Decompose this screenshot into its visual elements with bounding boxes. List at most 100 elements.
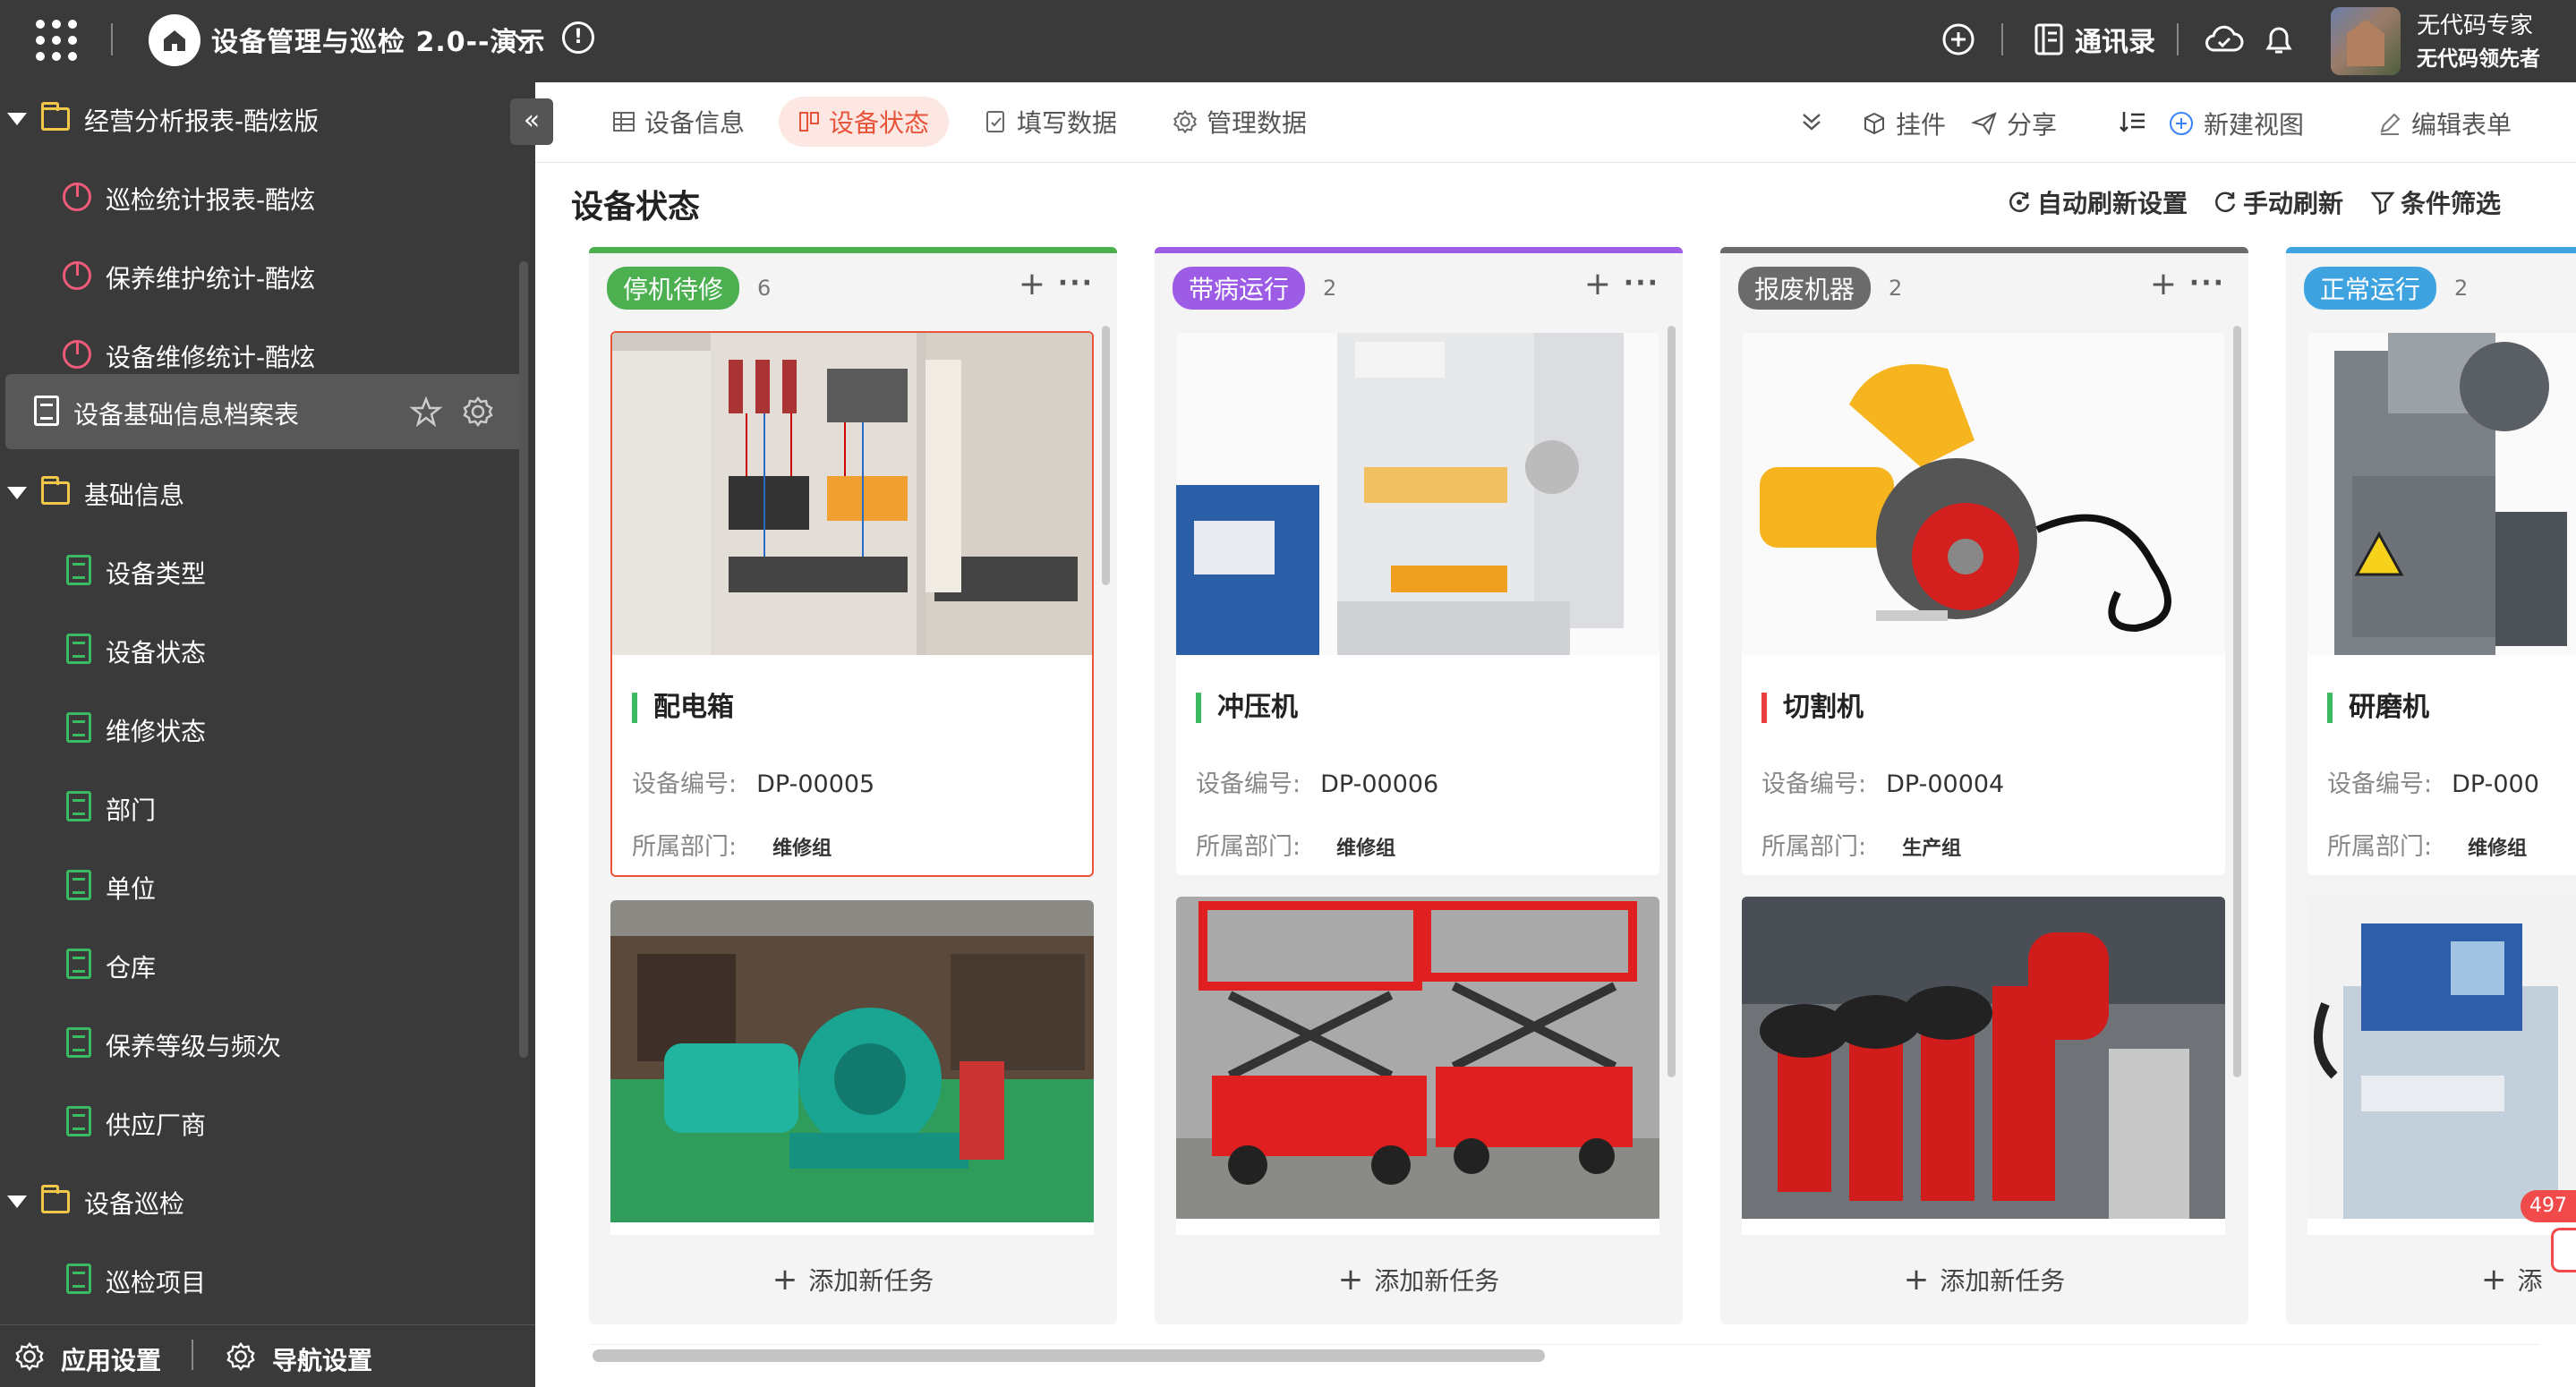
home-icon[interactable]	[149, 14, 200, 66]
tab-manage-data[interactable]: 管理数据	[1153, 97, 1326, 147]
more-options-icon[interactable]: ···	[1624, 270, 1659, 297]
app-settings-button[interactable]: 应用设置	[61, 1341, 161, 1377]
cloud-check-icon[interactable]	[2204, 21, 2245, 57]
add-card-icon[interactable]: +	[1019, 268, 1045, 301]
sidebar-item-label: 设备状态	[106, 638, 207, 668]
folder-icon	[41, 102, 70, 131]
card-code-row: 设备编号: DP-000	[2327, 764, 2539, 799]
manual-refresh-button[interactable]: 手动刷新	[2213, 184, 2343, 220]
sidebar-item-equipment-archive[interactable]: 设备基础信息档案表	[5, 374, 525, 449]
tab-equipment-info[interactable]: 设备信息	[593, 97, 764, 147]
sidebar-item-label: 部门	[106, 796, 157, 825]
user-name[interactable]: 无代码专家	[2417, 7, 2533, 40]
floating-side-widget[interactable]	[2551, 1228, 2576, 1272]
kanban-card[interactable]	[1176, 897, 1659, 1281]
sidebar-folder-business-reports[interactable]: 经营分析报表-酷炫版	[0, 82, 519, 154]
sidebar-item-warehouse[interactable]: 仓库	[0, 929, 519, 1000]
user-subtitle: 无代码领先者	[2417, 47, 2540, 71]
kanban-card[interactable]: 配电箱 设备编号: DP-00005 所属部门: 维修组	[610, 331, 1094, 877]
contacts-button[interactable]: 通讯录	[2034, 20, 2155, 59]
dept-label: 所属部门:	[2327, 833, 2433, 861]
sidebar-item-maintenance-report[interactable]: 保养维护统计-酷炫	[0, 240, 519, 311]
column-scrollbar[interactable]	[2233, 326, 2241, 1077]
sidebar-scrollbar[interactable]	[519, 261, 528, 1058]
sidebar-item-department[interactable]: 部门	[0, 771, 519, 843]
sidebar-item-repair-status[interactable]: 维修状态	[0, 693, 519, 764]
sidebar-item-label: 基础信息	[84, 481, 185, 510]
code-label: 设备编号:	[2327, 770, 2433, 798]
bell-icon[interactable]	[2261, 21, 2297, 57]
plugins-button[interactable]: 挂件	[1862, 106, 1946, 141]
kanban-icon	[799, 112, 819, 132]
sidebar-item-label: 单位	[106, 874, 157, 904]
kanban-card[interactable]: 研磨机 设备编号: DP-000 所属部门: 维修组	[2307, 333, 2576, 875]
more-options-icon[interactable]: ···	[2189, 270, 2225, 297]
gear-icon[interactable]	[462, 396, 494, 428]
sidebar-item-inspection-report[interactable]: 巡检统计报表-酷炫	[0, 161, 519, 233]
tab-label: 设备状态	[829, 108, 930, 138]
app-grid-icon[interactable]	[36, 20, 77, 61]
expand-triangle-icon[interactable]	[7, 113, 27, 125]
tab-equipment-status[interactable]: 设备状态	[779, 97, 950, 147]
expand-triangle-icon[interactable]	[7, 1196, 27, 1208]
column-status-tag: 停机待修	[607, 267, 740, 310]
sidebar-item-equipment-status[interactable]: 设备状态	[0, 614, 519, 685]
board-horizontal-scrollbar[interactable]	[593, 1349, 1545, 1362]
add-task-button[interactable]: + 添加新任务	[589, 1235, 1117, 1324]
new-view-button[interactable]: 新建视图	[2168, 106, 2304, 141]
sidebar-item-unit[interactable]: 单位	[0, 850, 519, 922]
info-icon[interactable]: !	[562, 21, 594, 54]
sidebar-folder-basic-info[interactable]: 基础信息	[0, 456, 519, 528]
plus-icon: +	[1903, 1262, 1930, 1298]
sidebar-folder-inspection[interactable]: 设备巡检	[0, 1165, 519, 1237]
add-card-icon[interactable]: +	[2150, 268, 2177, 301]
kanban-card[interactable]: 冲压机 设备编号: DP-00006 所属部门: 维修组	[1176, 333, 1659, 875]
equipment-photo-grinder	[2307, 333, 2576, 655]
tab-fill-data[interactable]: 填写数据	[965, 97, 1137, 147]
column-scrollbar[interactable]	[1668, 326, 1676, 1077]
card-dept: 维修组	[772, 838, 832, 860]
share-button[interactable]: 分享	[1971, 106, 2057, 141]
send-icon	[1971, 112, 1997, 136]
add-circle-icon[interactable]	[1941, 21, 1976, 57]
filter-label: 条件筛选	[2401, 189, 2502, 218]
nav-settings-button[interactable]: 导航设置	[272, 1341, 372, 1377]
card-title: 冲压机	[1196, 693, 1298, 723]
auto-refresh-button[interactable]: 自动刷新设置	[2007, 184, 2188, 220]
more-options-icon[interactable]: ···	[1058, 270, 1094, 297]
edit-form-button[interactable]: 编辑表单	[2377, 106, 2512, 141]
add-task-button[interactable]: + 添加新任务	[1720, 1235, 2248, 1324]
sidebar-item-label: 仓库	[106, 953, 157, 983]
card-dept-row: 所属部门: 维修组	[2327, 827, 2527, 862]
chevron-down-icon[interactable]	[512, 27, 537, 52]
collapse-sidebar-button[interactable]: «	[510, 98, 553, 145]
notification-badge[interactable]: 497	[2521, 1190, 2576, 1222]
avatar[interactable]	[2331, 7, 2401, 75]
sort-list-icon[interactable]	[2120, 109, 2146, 134]
expand-triangle-icon[interactable]	[7, 487, 27, 499]
add-task-button[interactable]: + 添	[2286, 1235, 2576, 1324]
star-icon[interactable]	[410, 396, 442, 428]
column-scrollbar[interactable]	[1102, 326, 1110, 585]
card-code: DP-00005	[756, 770, 875, 798]
kanban-card[interactable]	[2307, 897, 2576, 1281]
kanban-card[interactable]	[1742, 897, 2225, 1281]
kanban-card[interactable]	[610, 900, 1094, 1285]
kanban-card[interactable]: 切割机 设备编号: DP-00004 所属部门: 生产组	[1742, 333, 2225, 875]
sidebar-item-label: 经营分析报表-酷炫版	[84, 106, 320, 136]
sidebar-item-inspection-items[interactable]: 巡检项目	[0, 1244, 519, 1315]
column-count: 6	[757, 276, 772, 301]
top-bar: 设备管理与巡检 2.0--演示 ! 通讯录 无代码专家 无代码领先者	[0, 0, 2576, 82]
add-card-icon[interactable]: +	[1584, 268, 1611, 301]
add-task-button[interactable]: + 添加新任务	[1155, 1235, 1683, 1324]
more-views-chevron-icon[interactable]	[1799, 109, 1824, 134]
sidebar-item-equipment-type[interactable]: 设备类型	[0, 535, 519, 607]
plugins-label: 挂件	[1896, 110, 1947, 140]
app-title[interactable]: 设备管理与巡检 2.0--演示	[211, 20, 546, 59]
sidebar-item-supplier[interactable]: 供应厂商	[0, 1086, 519, 1158]
sheet-icon	[66, 634, 91, 664]
equipment-photo-winch	[610, 900, 1094, 1222]
sidebar-item-maintenance-level[interactable]: 保养等级与频次	[0, 1008, 519, 1079]
filter-button[interactable]: 条件筛选	[2370, 184, 2501, 220]
tab-label: 管理数据	[1207, 108, 1308, 138]
